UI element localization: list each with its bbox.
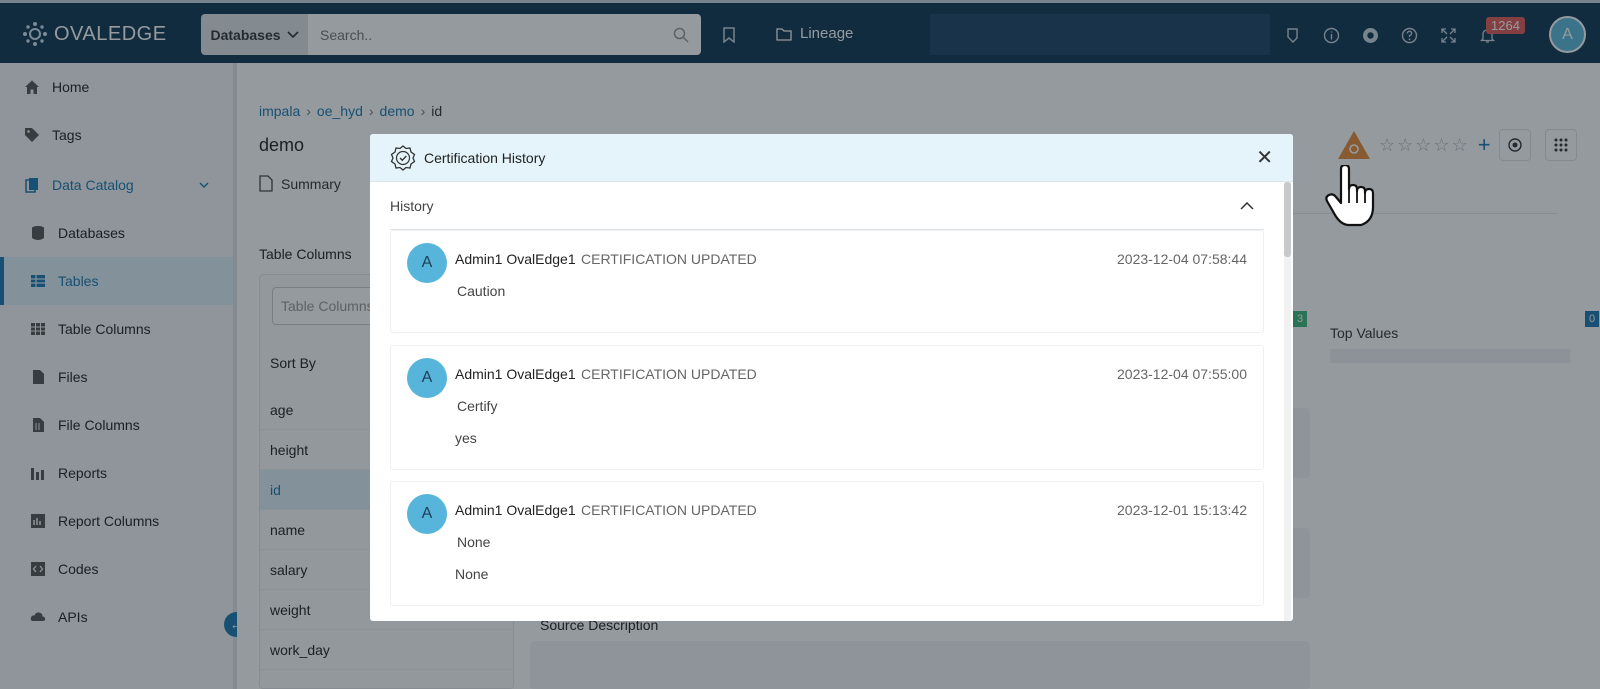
entry-comment: yes [455,430,477,446]
dialog-body: History A Admin1 OvalEdge1 CERTIFICATION… [370,182,1293,621]
entry-user-name: Admin1 OvalEdge1 [455,366,576,382]
certification-history-dialog: Certification History ✕ History A Admin1… [370,134,1293,621]
entry-certification-value: Certify [457,398,498,414]
history-entry: A Admin1 OvalEdge1 CERTIFICATION UPDATED… [390,230,1264,333]
avatar: A [407,243,447,283]
entry-timestamp: 2023-12-04 07:58:44 [1117,251,1247,267]
history-entry: A Admin1 OvalEdge1 CERTIFICATION UPDATED… [390,481,1264,606]
dialog-scrollbar-thumb[interactable] [1284,182,1291,257]
avatar: A [407,358,447,398]
history-section-header[interactable]: History [390,182,1264,230]
dialog-header: Certification History ✕ [370,134,1293,182]
history-entry: A Admin1 OvalEdge1 CERTIFICATION UPDATED… [390,345,1264,470]
chevron-up-icon [1240,201,1254,210]
history-section-label: History [390,197,434,214]
entry-certification-value: None [457,534,491,550]
entry-action: CERTIFICATION UPDATED [581,502,757,518]
entry-timestamp: 2023-12-04 07:55:00 [1117,366,1247,382]
avatar: A [407,494,447,534]
hand-pointer-cursor-icon [1325,165,1375,227]
entry-comment: None [455,566,489,582]
entry-action: CERTIFICATION UPDATED [581,251,757,267]
dialog-title: Certification History [424,149,546,166]
entry-action: CERTIFICATION UPDATED [581,366,757,382]
close-icon[interactable]: ✕ [1256,145,1273,170]
entry-user-name: Admin1 OvalEdge1 [455,502,576,518]
entry-user-name: Admin1 OvalEdge1 [455,251,576,267]
entry-certification-value: Caution [457,283,506,299]
certified-badge-icon [390,144,416,171]
entry-timestamp: 2023-12-01 15:13:42 [1117,502,1247,518]
